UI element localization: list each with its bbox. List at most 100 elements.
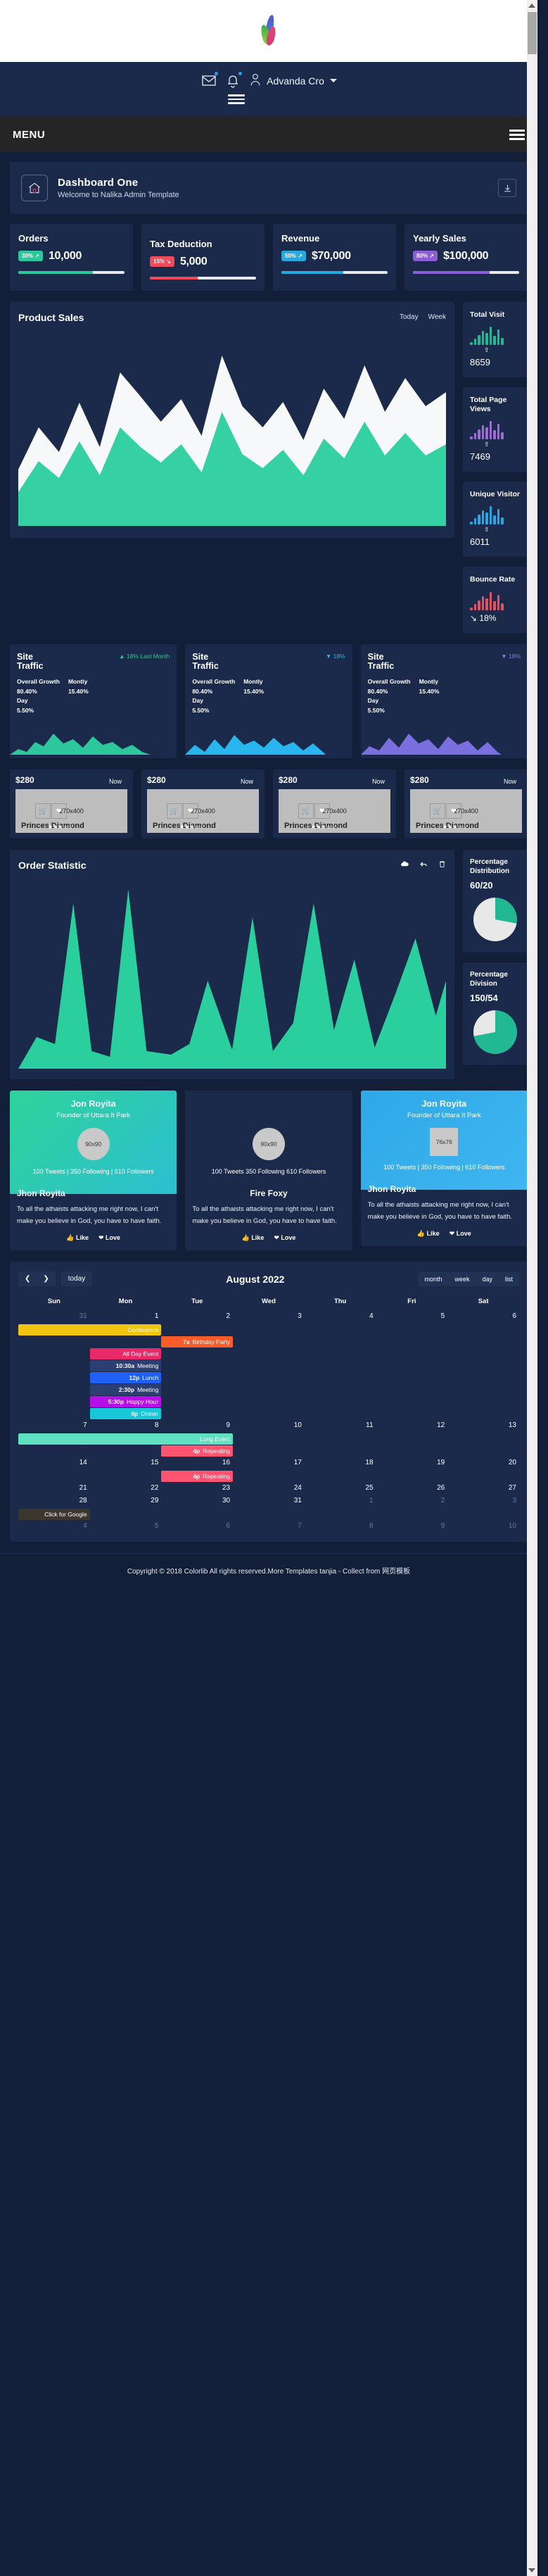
calendar-day-cell[interactable]: 4: [305, 1311, 376, 1324]
calendar-day-cell[interactable]: 11: [305, 1420, 376, 1433]
calendar-day-cell[interactable]: 8: [305, 1521, 376, 1533]
calendar-event[interactable]: 5:30p Happy Hour: [89, 1396, 162, 1408]
calendar-day-cell[interactable]: 22: [90, 1483, 162, 1495]
product-tile[interactable]: $280 Now 270x400 🛒 ❤ Princes Diamond ★★★☆☆: [273, 769, 396, 839]
product-tile[interactable]: $280 Now 270x400 🛒 ❤ Princes Diamond ★★★☆☆: [10, 769, 133, 839]
calendar-day-cell[interactable]: 30: [161, 1495, 233, 1508]
calendar-day-cell[interactable]: 9: [161, 1420, 233, 1433]
calendar-prev-button[interactable]: ❮: [18, 1271, 37, 1287]
scroll-up-arrow-icon[interactable]: [528, 4, 535, 8]
trash-icon[interactable]: [438, 860, 446, 871]
calendar-day-cell[interactable]: 7: [18, 1420, 90, 1433]
calendar-day-cell[interactable]: 6: [161, 1521, 233, 1533]
scroll-down-arrow-icon[interactable]: [528, 2568, 535, 2572]
product-buy-button[interactable]: Now: [497, 775, 522, 788]
calendar-view-week[interactable]: week: [448, 1271, 476, 1286]
calendar-day-cell[interactable]: 4: [18, 1521, 90, 1533]
calendar-day-cell[interactable]: 18: [305, 1457, 376, 1470]
calendar-event-time: 7a: [183, 1338, 190, 1346]
cloud-download-icon[interactable]: [400, 860, 409, 871]
undo-icon[interactable]: [419, 860, 428, 871]
love-button[interactable]: ❤ Love: [98, 1234, 120, 1242]
like-button[interactable]: 👍 Like: [66, 1234, 89, 1242]
calendar-view-month[interactable]: month: [418, 1271, 449, 1286]
love-button[interactable]: ❤ Love: [274, 1234, 295, 1242]
calendar-event[interactable]: All Day Event: [89, 1348, 162, 1360]
calendar-day-cell[interactable]: 28: [18, 1495, 90, 1508]
calendar-day-cell[interactable]: 8: [90, 1420, 162, 1433]
like-button[interactable]: 👍 Like: [242, 1234, 265, 1242]
calendar-day-cell[interactable]: 10: [447, 1521, 519, 1533]
love-button[interactable]: ❤ Love: [450, 1230, 471, 1238]
calendar-day-cell[interactable]: 1: [305, 1495, 376, 1508]
cart-icon[interactable]: 🛒: [430, 803, 445, 819]
calendar-day-cell[interactable]: 27: [447, 1483, 519, 1495]
user-menu[interactable]: Advanda Cro: [248, 72, 337, 89]
cart-icon[interactable]: 🛒: [298, 803, 314, 819]
calendar-day-cell[interactable]: 31: [18, 1311, 90, 1324]
calendar-day-cell[interactable]: 31: [233, 1495, 305, 1508]
calendar-day-cell[interactable]: 17: [233, 1457, 305, 1470]
menu-hamburger-icon[interactable]: [509, 127, 525, 142]
product-buy-button[interactable]: Now: [366, 775, 390, 788]
calendar-day-cell[interactable]: 24: [233, 1483, 305, 1495]
calendar-day-cell[interactable]: 23: [161, 1483, 233, 1495]
calendar-day-cell[interactable]: 2: [376, 1495, 448, 1508]
calendar-day-cell[interactable]: 10: [233, 1420, 305, 1433]
calendar-event[interactable]: 4p Repeating: [161, 1471, 234, 1483]
bell-icon[interactable]: [224, 72, 243, 89]
product-sales-tab[interactable]: Today: [400, 313, 419, 321]
calendar-day-cell[interactable]: 5: [376, 1311, 448, 1324]
calendar-event[interactable]: Conference: [18, 1324, 162, 1336]
like-button[interactable]: 👍 Like: [417, 1230, 440, 1238]
calendar-day-cell[interactable]: 29: [90, 1495, 162, 1508]
calendar-day-cell[interactable]: 3: [233, 1311, 305, 1324]
calendar-day-cell[interactable]: 19: [376, 1457, 448, 1470]
calendar-event[interactable]: Long Event: [18, 1433, 234, 1445]
calendar-day-cell[interactable]: 1: [90, 1311, 162, 1324]
scrollbar[interactable]: [527, 0, 537, 2576]
calendar-day-cell[interactable]: 2: [161, 1311, 233, 1324]
calendar-day-cell[interactable]: 26: [376, 1483, 448, 1495]
cart-icon[interactable]: 🛒: [167, 803, 182, 819]
mail-icon[interactable]: [200, 72, 219, 89]
sparkline-chart: [470, 505, 521, 525]
product-buy-button[interactable]: Now: [103, 775, 127, 788]
calendar-day-cell[interactable]: 7: [233, 1521, 305, 1533]
calendar-event[interactable]: Click for Google: [18, 1509, 90, 1521]
heart-icon[interactable]: ❤: [446, 803, 461, 819]
calendar-day-cell[interactable]: 3: [447, 1495, 519, 1508]
calendar-day-cell[interactable]: 15: [90, 1457, 162, 1470]
product-tile[interactable]: $280 Now 270x400 🛒 ❤ Princes Diamond ★★★☆☆: [404, 769, 528, 839]
calendar-day-cell[interactable]: 12: [376, 1420, 448, 1433]
calendar-event[interactable]: 4p Repeating: [161, 1445, 234, 1457]
calendar-day-cell[interactable]: 6: [447, 1311, 519, 1324]
calendar-view-day[interactable]: day: [476, 1271, 499, 1286]
calendar-event[interactable]: 12p Lunch: [89, 1372, 162, 1384]
calendar-event[interactable]: 7a Birthday Party: [161, 1336, 234, 1348]
product-tile[interactable]: $280 Now 270x400 🛒 ❤ Princes Diamond ★★★☆☆: [141, 769, 265, 839]
cart-icon[interactable]: 🛒: [35, 803, 51, 819]
calendar-day-cell[interactable]: 14: [18, 1457, 90, 1470]
product-sales-tab[interactable]: Week: [428, 313, 446, 321]
calendar-event[interactable]: 10:30a Meeting: [89, 1360, 162, 1372]
calendar-event[interactable]: 2:30p Meeting: [89, 1384, 162, 1396]
calendar-today-button[interactable]: today: [60, 1271, 93, 1287]
heart-icon[interactable]: ❤: [183, 803, 198, 819]
product-buy-button[interactable]: Now: [234, 775, 259, 788]
topnav-hamburger-icon[interactable]: [228, 92, 245, 106]
heart-icon[interactable]: ❤: [314, 803, 330, 819]
calendar-event[interactable]: 8p Dinner: [89, 1408, 162, 1420]
scroll-thumb[interactable]: [528, 12, 537, 54]
calendar-day-cell[interactable]: 13: [447, 1420, 519, 1433]
calendar-next-button[interactable]: ❯: [37, 1271, 56, 1287]
calendar-view-list[interactable]: list: [499, 1271, 519, 1286]
calendar-day-cell[interactable]: 20: [447, 1457, 519, 1470]
heart-icon[interactable]: ❤: [51, 803, 67, 819]
calendar-day-cell[interactable]: 5: [90, 1521, 162, 1533]
calendar-day-cell[interactable]: 21: [18, 1483, 90, 1495]
calendar-day-cell[interactable]: 25: [305, 1483, 376, 1495]
download-icon[interactable]: [498, 179, 516, 197]
calendar-day-cell[interactable]: 9: [376, 1521, 448, 1533]
calendar-day-cell[interactable]: 16: [161, 1457, 233, 1470]
